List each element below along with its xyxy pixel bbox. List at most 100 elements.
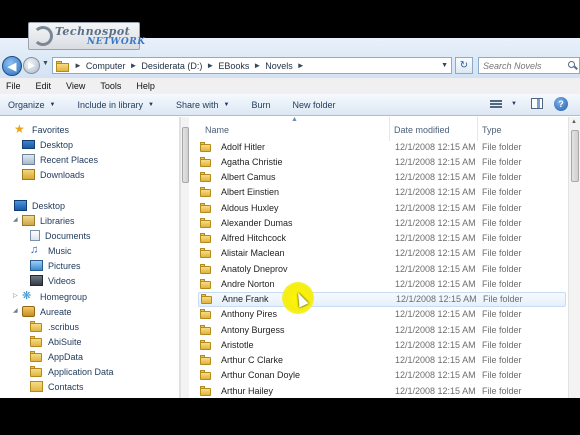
back-button[interactable]: ◀: [2, 56, 22, 76]
forward-button[interactable]: ▶: [23, 57, 40, 74]
chevron-right-icon[interactable]: ►: [74, 61, 82, 70]
file-row[interactable]: Adolf Hitler 12/1/2008 12:15 AM File folde…: [198, 139, 566, 154]
folder-icon: [200, 233, 212, 243]
address-bar[interactable]: ► Computer ► Desiderata (D:) ► EBooks ► …: [52, 57, 452, 74]
column-header-name[interactable]: Name: [205, 122, 229, 137]
chevron-down-icon[interactable]: ▼: [441, 62, 448, 69]
change-view-button[interactable]: ▼: [490, 99, 517, 109]
file-row[interactable]: Arthur C Clarke 12/1/2008 12:15 AM File fo…: [198, 353, 566, 368]
preview-pane-button[interactable]: [531, 98, 543, 109]
expand-arrow-icon[interactable]: ◢: [13, 307, 18, 314]
file-row[interactable]: Aldous Huxley 12/1/2008 12:15 AM File fold…: [198, 200, 566, 215]
nav-label: Favorites: [32, 124, 70, 135]
menu-tools[interactable]: Tools: [98, 81, 123, 91]
file-row[interactable]: Arthur Conan Doyle 12/1/2008 12:15 AM File…: [198, 368, 566, 383]
nav-label: Libraries: [40, 215, 75, 226]
navigation-pane: ★ Favorites Desktop Recent Places Downlo…: [0, 117, 180, 398]
search-icon[interactable]: [568, 60, 578, 71]
chevron-right-icon[interactable]: ►: [297, 61, 305, 70]
search-box[interactable]: [478, 57, 580, 74]
file-type: File folder: [482, 248, 522, 259]
file-row[interactable]: Alfred Hitchcock 12/1/2008 12:15 AM File f…: [198, 231, 566, 246]
nav-label: Desktop: [40, 139, 74, 150]
file-type: File folder: [482, 156, 522, 167]
organize-button[interactable]: Organize ▼: [8, 100, 55, 110]
burn-button[interactable]: Burn: [251, 100, 270, 110]
nav-application-data[interactable]: Application Data: [30, 364, 114, 379]
nav-libraries[interactable]: Libraries: [22, 213, 75, 228]
file-row[interactable]: Agatha Christie 12/1/2008 12:15 AM File fo…: [198, 154, 566, 169]
nav-homegroup[interactable]: ❋ Homegroup: [22, 289, 87, 304]
nav-videos[interactable]: Videos: [30, 273, 75, 288]
column-divider[interactable]: [477, 117, 478, 141]
expand-arrow-icon[interactable]: ◢: [13, 216, 18, 223]
column-divider[interactable]: [389, 117, 390, 141]
nav-pictures[interactable]: Pictures: [30, 258, 81, 273]
breadcrumb-ebooks[interactable]: EBooks: [218, 61, 249, 71]
file-list-scrollbar[interactable]: ▲: [568, 117, 580, 398]
nav-appdata[interactable]: AppData: [30, 349, 83, 364]
file-name: Arthur Hailey: [221, 385, 274, 396]
menu-view[interactable]: View: [64, 81, 87, 91]
file-row[interactable]: Arthur Hailey 12/1/2008 12:15 AM File fold…: [198, 383, 566, 398]
file-row[interactable]: Albert Einstien 12/1/2008 12:15 AM File fo…: [198, 185, 566, 200]
include-in-library-button[interactable]: Include in library ▼: [77, 100, 153, 110]
menu-help[interactable]: Help: [134, 81, 157, 91]
search-input[interactable]: [483, 60, 567, 71]
nav-user-aureate[interactable]: Aureate: [22, 304, 72, 319]
chevron-right-icon[interactable]: ►: [253, 61, 261, 70]
scroll-thumb[interactable]: [571, 130, 579, 182]
nav-music[interactable]: ♫ Music: [30, 243, 72, 258]
file-date-modified: 12/1/2008 12:15 AM: [395, 202, 476, 213]
file-date-modified: 12/1/2008 12:15 AM: [395, 309, 476, 320]
chevron-right-icon[interactable]: ►: [206, 61, 214, 70]
chevron-right-icon[interactable]: ►: [129, 61, 137, 70]
file-row[interactable]: Antony Burgess 12/1/2008 12:15 AM File fol…: [198, 322, 566, 337]
file-row[interactable]: Albert Camus 12/1/2008 12:15 AM File folde…: [198, 170, 566, 185]
file-row[interactable]: Aristotle 12/1/2008 12:15 AM File folder: [198, 337, 566, 352]
nav-desktop-root[interactable]: Desktop: [14, 198, 65, 213]
collapse-arrow-icon[interactable]: ▷: [13, 292, 18, 299]
recent-pages-dropdown[interactable]: ▼: [42, 60, 51, 70]
file-type: File folder: [482, 324, 522, 335]
nav-label: Videos: [48, 275, 76, 286]
file-row[interactable]: Alistair Maclean 12/1/2008 12:15 AM File f…: [198, 246, 566, 261]
chevron-down-icon: ▼: [49, 101, 56, 108]
nav-scrollbar[interactable]: [180, 117, 189, 398]
menu-file[interactable]: File: [4, 81, 23, 91]
file-row[interactable]: Anne Frank 12/1/2008 12:15 AM File folder: [198, 291, 566, 307]
nav-contacts[interactable]: Contacts: [30, 379, 84, 394]
breadcrumb-novels[interactable]: Novels: [265, 61, 293, 71]
file-row[interactable]: Anatoly Dneprov 12/1/2008 12:15 AM File fo…: [198, 261, 566, 276]
file-date-modified: 12/1/2008 12:15 AM: [395, 217, 476, 228]
new-folder-button[interactable]: New folder: [292, 100, 335, 110]
share-label: Share with: [175, 99, 219, 110]
file-date-modified: 12/1/2008 12:15 AM: [395, 385, 476, 396]
nav-recent-places[interactable]: Recent Places: [22, 152, 98, 167]
folder-icon: [56, 60, 70, 72]
nav-abisuite[interactable]: AbiSuite: [30, 334, 82, 349]
file-row[interactable]: Alexander Dumas 12/1/2008 12:15 AM File fo…: [198, 215, 566, 230]
include-label: Include in library: [77, 99, 144, 110]
breadcrumb-drive[interactable]: Desiderata (D:): [141, 61, 202, 71]
refresh-button[interactable]: ↻: [455, 57, 473, 74]
nav-scribus[interactable]: .scribus: [30, 319, 79, 334]
downloads-icon: [22, 169, 35, 180]
nav-documents[interactable]: Documents: [30, 228, 91, 243]
nav-downloads[interactable]: Downloads: [22, 167, 85, 182]
column-header-date-modified[interactable]: Date modified: [394, 122, 450, 137]
file-name: Arthur C Clarke: [221, 355, 284, 365]
help-icon[interactable]: ?: [554, 97, 568, 111]
scroll-up-icon[interactable]: ▲: [571, 119, 577, 125]
share-with-button[interactable]: Share with ▼: [176, 100, 229, 110]
logo-swirl-icon: [33, 26, 53, 46]
column-header-type[interactable]: Type: [482, 122, 502, 137]
nav-desktop[interactable]: Desktop: [22, 137, 73, 152]
file-row[interactable]: Anthony Pires 12/1/2008 12:15 AM File fold…: [198, 307, 566, 322]
scroll-thumb[interactable]: [182, 127, 189, 183]
breadcrumb-computer[interactable]: Computer: [86, 61, 126, 71]
nav-favorites[interactable]: ★ Favorites: [14, 122, 69, 137]
nav-label: Homegroup: [40, 291, 88, 302]
menu-edit[interactable]: Edit: [34, 81, 54, 91]
file-row[interactable]: Andre Norton 12/1/2008 12:15 AM File folde…: [198, 276, 566, 291]
